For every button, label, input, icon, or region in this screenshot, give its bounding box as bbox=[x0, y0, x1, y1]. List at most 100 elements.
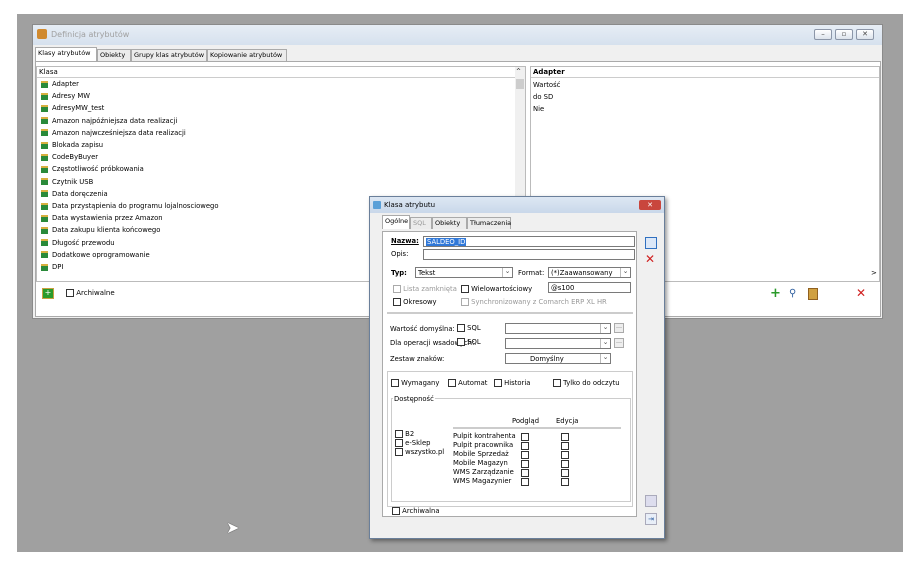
typ-select[interactable]: Tekst bbox=[415, 267, 513, 278]
availability-checkbox[interactable] bbox=[395, 448, 403, 456]
lista-zamknieta-checkbox[interactable] bbox=[393, 285, 401, 293]
list-item[interactable]: CodeByBuyer bbox=[37, 151, 515, 163]
podglad-checkbox[interactable] bbox=[521, 451, 529, 459]
historia-checkbox[interactable] bbox=[494, 379, 502, 387]
zestaw-znakow-select[interactable]: Domyślny bbox=[505, 353, 611, 364]
cancel-icon[interactable]: ✕ bbox=[645, 253, 655, 265]
sql-default-label: SQL bbox=[467, 324, 481, 332]
list-item[interactable]: Adapter bbox=[37, 78, 515, 90]
edycja-checkbox[interactable] bbox=[561, 433, 569, 441]
tab-sql[interactable]: SQL bbox=[410, 217, 432, 229]
zestaw-value: Domyślny bbox=[530, 355, 564, 363]
historia-toggle[interactable]: Historia bbox=[494, 379, 530, 387]
save-icon[interactable] bbox=[645, 237, 657, 249]
list-item-label: Częstotliwość próbkowania bbox=[52, 165, 144, 174]
tab-obiekty[interactable]: Obiekty bbox=[97, 49, 131, 61]
list-item[interactable]: AdresyMW_test bbox=[37, 102, 515, 114]
automat-checkbox[interactable] bbox=[448, 379, 456, 387]
edycja-checkbox[interactable] bbox=[561, 469, 569, 477]
tab-ogolne[interactable]: Ogólne bbox=[382, 215, 410, 229]
format-mask-field[interactable]: @s100 bbox=[548, 282, 631, 293]
sql-batch-toggle[interactable]: SQL bbox=[457, 338, 481, 346]
opis-field[interactable] bbox=[423, 249, 635, 260]
archiwalna-toggle[interactable]: Archiwalna bbox=[392, 507, 440, 515]
dla-operacji-select[interactable] bbox=[505, 338, 611, 349]
lista-zamknieta-toggle[interactable]: Lista zamknięta bbox=[393, 285, 457, 293]
app-icon bbox=[37, 29, 47, 39]
list-item[interactable]: Amazon najwcześniejsza data realizacji bbox=[37, 127, 515, 139]
tab-obiekty-dialog[interactable]: Obiekty bbox=[432, 217, 467, 229]
tylko-do-odczytu-toggle[interactable]: Tylko do odczytu bbox=[553, 379, 620, 387]
maximize-icon[interactable]: ▫ bbox=[835, 29, 853, 40]
wymagany-checkbox[interactable] bbox=[391, 379, 399, 387]
nazwa-field[interactable]: SALDEO_ID bbox=[423, 236, 635, 247]
tab-klasy-atrybutow[interactable]: Klasy atrybutów bbox=[35, 47, 97, 61]
pin-icon[interactable]: ⇥ bbox=[645, 513, 657, 525]
tylko-do-odczytu-checkbox[interactable] bbox=[553, 379, 561, 387]
value-row[interactable]: Wartość bbox=[533, 79, 560, 91]
value-row[interactable]: do SD bbox=[533, 91, 553, 103]
sql-default-toggle[interactable]: SQL bbox=[457, 324, 481, 332]
opis-label: Opis: bbox=[391, 250, 409, 258]
scroll-right-icon[interactable]: > bbox=[871, 269, 877, 277]
podglad-checkbox[interactable] bbox=[521, 478, 529, 486]
scrollbar-thumb[interactable] bbox=[516, 79, 524, 89]
sql-default-checkbox[interactable] bbox=[457, 324, 465, 332]
okresowy-checkbox[interactable] bbox=[393, 298, 401, 306]
list-item[interactable]: Amazon najpóźniejsza data realizacji bbox=[37, 115, 515, 127]
minimize-icon[interactable]: – bbox=[814, 29, 832, 40]
add-class-icon[interactable]: + bbox=[42, 288, 54, 299]
wielowartosciowy-label: Wielowartościowy bbox=[471, 285, 533, 293]
availability-toggle[interactable]: B2 bbox=[395, 430, 414, 438]
class-icon bbox=[41, 226, 48, 234]
wielowartosciowy-checkbox[interactable] bbox=[461, 285, 469, 293]
edycja-checkbox[interactable] bbox=[561, 460, 569, 468]
scroll-up-icon[interactable]: ^ bbox=[516, 68, 521, 75]
edycja-checkbox[interactable] bbox=[561, 451, 569, 459]
trash-icon[interactable] bbox=[808, 288, 818, 300]
dialog-close-icon[interactable]: ✕ bbox=[639, 200, 661, 210]
availability-checkbox[interactable] bbox=[395, 430, 403, 438]
tab-kopiowanie[interactable]: Kopiowanie atrybutów bbox=[207, 49, 287, 61]
archiwalne-checkbox[interactable] bbox=[66, 289, 74, 297]
archiwalna-checkbox[interactable] bbox=[392, 507, 400, 515]
list-item[interactable]: Adresy MW bbox=[37, 90, 515, 102]
sql-batch-label: SQL bbox=[467, 338, 481, 346]
column-header-klasa[interactable]: Klasa bbox=[37, 67, 525, 78]
close-icon[interactable]: ✕ bbox=[856, 29, 874, 40]
okresowy-toggle[interactable]: Okresowy bbox=[393, 298, 437, 306]
search-icon[interactable]: ⚲ bbox=[789, 288, 801, 300]
value-row[interactable]: Nie bbox=[533, 103, 544, 115]
wielowartosciowy-toggle[interactable]: Wielowartościowy bbox=[461, 285, 532, 293]
edycja-checkbox[interactable] bbox=[561, 442, 569, 450]
availability-toggle[interactable]: e-Sklep bbox=[395, 439, 430, 447]
ellipsis-button[interactable]: … bbox=[614, 338, 624, 348]
format-select[interactable]: (*)Zaawansowany bbox=[548, 267, 631, 278]
tab-grupy-klas[interactable]: Grupy klas atrybutów bbox=[131, 49, 207, 61]
podglad-header: Podgląd bbox=[512, 417, 540, 425]
automat-toggle[interactable]: Automat bbox=[448, 379, 487, 387]
delete-icon[interactable]: ✕ bbox=[856, 286, 866, 300]
copy-icon[interactable] bbox=[645, 495, 657, 507]
list-item[interactable]: Czytnik USB bbox=[37, 176, 515, 188]
wymagany-toggle[interactable]: Wymagany bbox=[391, 379, 439, 387]
archiwalne-toggle[interactable]: Archiwalne bbox=[66, 289, 115, 297]
podglad-checkbox[interactable] bbox=[521, 460, 529, 468]
list-item[interactable]: Częstotliwość próbkowania bbox=[37, 163, 515, 175]
podglad-checkbox[interactable] bbox=[521, 433, 529, 441]
podglad-checkbox[interactable] bbox=[521, 469, 529, 477]
sql-batch-checkbox[interactable] bbox=[457, 338, 465, 346]
availability-checkbox[interactable] bbox=[395, 439, 403, 447]
synchronizowany-toggle[interactable]: Synchronizowany z Comarch ERP XL HR bbox=[461, 298, 607, 306]
wartosc-domyslna-select[interactable] bbox=[505, 323, 611, 334]
tab-tlumaczenia[interactable]: Tłumaczenia bbox=[467, 217, 511, 229]
ellipsis-button[interactable]: … bbox=[614, 323, 624, 333]
availability-toggle[interactable]: wszystko.pl bbox=[395, 448, 444, 456]
add-icon[interactable]: + bbox=[770, 287, 782, 300]
edycja-checkbox[interactable] bbox=[561, 478, 569, 486]
synchronizowany-checkbox[interactable] bbox=[461, 298, 469, 306]
list-item[interactable]: Blokada zapisu bbox=[37, 139, 515, 151]
synchronizowany-label: Synchronizowany z Comarch ERP XL HR bbox=[471, 298, 607, 306]
podglad-checkbox[interactable] bbox=[521, 442, 529, 450]
edycja-header: Edycja bbox=[556, 417, 579, 425]
